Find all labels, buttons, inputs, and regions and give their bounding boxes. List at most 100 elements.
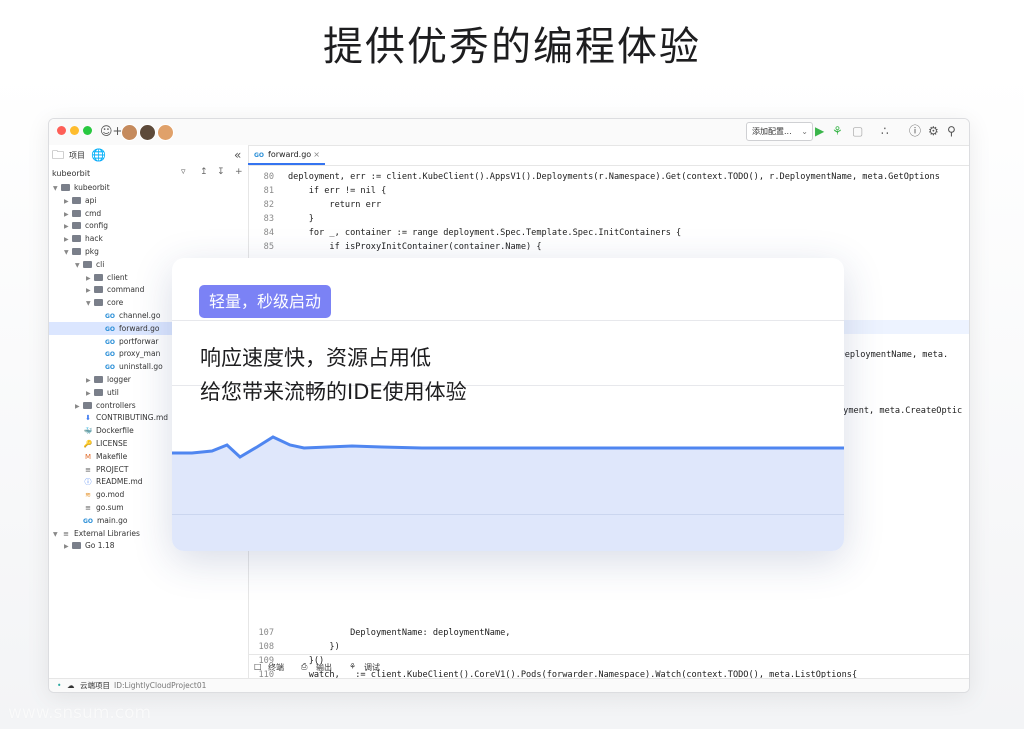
code-line: 107 DeploymentName: deploymentName,	[248, 626, 969, 640]
title-bar: ☺+ 添加配置... ⌄ ▶ ⚘ ▢ ∴ ⓘ ⚙ ⚲	[49, 119, 969, 146]
tree-item-label: forward.go	[119, 323, 160, 333]
tree-item-label: CONTRIBUTING.md	[96, 413, 169, 423]
tree-item-label: LICENSE	[96, 439, 128, 448]
gear-icon[interactable]: ⚙	[928, 124, 939, 138]
status-bar: • ☁ 云端项目 ID:LightlyCloudProject01	[49, 678, 969, 692]
search-icon[interactable]: ⚲	[947, 124, 956, 138]
avatar[interactable]	[157, 124, 174, 141]
folder-icon	[61, 184, 70, 191]
avatar[interactable]	[139, 124, 156, 141]
tree-folder[interactable]: ▶ api	[49, 194, 263, 207]
tree-item-label: PROJECT	[96, 464, 129, 474]
tree-item-label: Dockerfile	[96, 426, 134, 436]
close-window-button[interactable]	[57, 126, 66, 135]
tree-item-label: controllers	[96, 400, 136, 410]
close-tab-icon[interactable]: ×	[313, 145, 320, 165]
tree-item-label: uninstall.go	[119, 362, 163, 372]
line-number: 82	[263, 200, 274, 210]
tree-folder[interactable]: ▼ pkg	[49, 245, 263, 258]
folder-icon	[94, 299, 103, 307]
sidebar-tabs: 🗀 项目 🌐 «	[49, 145, 248, 165]
output-button[interactable]: 输出	[316, 662, 332, 673]
project-root-label: kubeorbit	[52, 169, 91, 178]
tree-item-label: core	[107, 298, 124, 308]
stop-icon[interactable]: ▢	[852, 124, 863, 138]
share-icon[interactable]: ∴	[881, 124, 889, 138]
folder-icon	[94, 273, 103, 281]
download-icon[interactable]: ↧	[217, 167, 225, 177]
watermark: www.snsum.com	[8, 703, 152, 723]
globe-icon[interactable]: 🌐	[91, 148, 106, 162]
project-id: ID:LightlyCloudProject01	[114, 681, 207, 690]
tab-label: forward.go	[268, 150, 312, 159]
code-text: deployment, err := client.KubeClient().A…	[288, 172, 940, 182]
page-headline: 提供优秀的编程体验	[323, 24, 701, 70]
add-user-icon[interactable]: ☺+	[100, 124, 123, 138]
code-text: })	[288, 642, 340, 652]
code-line: 108 })	[248, 640, 969, 654]
collapse-sidebar-icon[interactable]: «	[234, 148, 241, 162]
tree-item-label: logger	[107, 375, 131, 384]
folder-icon	[94, 376, 103, 383]
debug-button[interactable]: 调试	[364, 662, 380, 673]
tree-item-label: pkg	[85, 247, 99, 256]
tab-project[interactable]: 项目	[69, 150, 85, 161]
tree-item-label: README.md	[96, 477, 143, 487]
tree-folder[interactable]: ▶ cmd	[49, 207, 263, 220]
folder-icon	[72, 248, 81, 255]
code-text: return err	[288, 200, 382, 210]
tree-item-label: channel.go	[119, 311, 161, 320]
avatar[interactable]	[121, 124, 138, 141]
debug-icon[interactable]: ⚘	[832, 124, 843, 138]
folder-icon[interactable]: 🗀	[52, 148, 64, 162]
tree-item-label: kubeorbit	[74, 183, 110, 192]
code-line: 84 for _, container := range deployment.…	[248, 226, 969, 240]
status-dot-icon: •	[57, 681, 62, 690]
divider	[172, 514, 844, 515]
maximize-window-button[interactable]	[83, 126, 92, 135]
run-icon[interactable]: ▶	[815, 124, 824, 138]
terminal-button[interactable]: 终端	[268, 662, 284, 673]
code-line: 80 deployment, err := client.KubeClient()…	[248, 170, 969, 184]
bottom-toolbar: □ 终端 ⎙ 输出 ⚘ 调试	[248, 654, 969, 679]
tree-item-label: portforwar	[119, 336, 159, 346]
folder-icon	[72, 542, 81, 550]
go-file-icon: GO	[254, 152, 265, 159]
feature-card: 轻量，秒级启动 响应速度快，资源占用低 给您带来流畅的IDE使用体验	[172, 258, 844, 551]
upload-icon[interactable]: ↥	[200, 167, 208, 177]
code-fragment: er.DeploymentName, meta.	[824, 350, 949, 360]
run-configuration-select[interactable]: 添加配置... ⌄	[746, 122, 813, 141]
code-text: if err != nil {	[288, 186, 387, 196]
line-number: 80	[263, 172, 274, 182]
status-label[interactable]: 云端项目	[80, 679, 110, 692]
add-icon[interactable]: +	[235, 167, 243, 177]
tree-folder[interactable]: ▼ kubeorbit	[49, 181, 252, 194]
code-text: for _, container := range deployment.Spe…	[288, 228, 682, 238]
help-icon[interactable]: ⓘ	[909, 124, 921, 138]
code-fragment: oyment, meta.CreateOptic	[838, 406, 963, 416]
chevron-right-icon[interactable]: ▶	[64, 540, 72, 553]
printer-icon[interactable]: ⎙	[301, 662, 307, 672]
bug-icon[interactable]: ⚘	[349, 662, 356, 671]
tree-item-label: cli	[96, 259, 105, 269]
tab-forward-go[interactable]: GO forward.go ×	[248, 145, 325, 165]
line-number: 84	[263, 228, 274, 238]
line-number: 85	[263, 242, 274, 252]
line-number: 81	[263, 186, 274, 196]
tree-folder[interactable]: ▶ hack	[49, 232, 263, 245]
tree-folder[interactable]: ▶ config	[49, 219, 263, 232]
filter-icon[interactable]: ▿	[181, 167, 186, 177]
feature-line-1: 响应速度快，资源占用低	[200, 346, 431, 370]
tree-item-label: cmd	[85, 208, 102, 218]
terminal-icon[interactable]: □	[254, 662, 262, 671]
code-line: 81 if err != nil {	[248, 184, 969, 198]
tree-item-label: util	[107, 387, 119, 397]
folder-icon	[72, 209, 81, 217]
divider	[172, 320, 844, 321]
minimize-window-button[interactable]	[70, 126, 79, 135]
folder-icon	[72, 196, 81, 204]
tree-item-label: command	[107, 285, 145, 295]
tree-item-label: go.mod	[96, 490, 125, 500]
tree-item-label: main.go	[97, 515, 128, 525]
tree-item-label: api	[85, 195, 97, 205]
